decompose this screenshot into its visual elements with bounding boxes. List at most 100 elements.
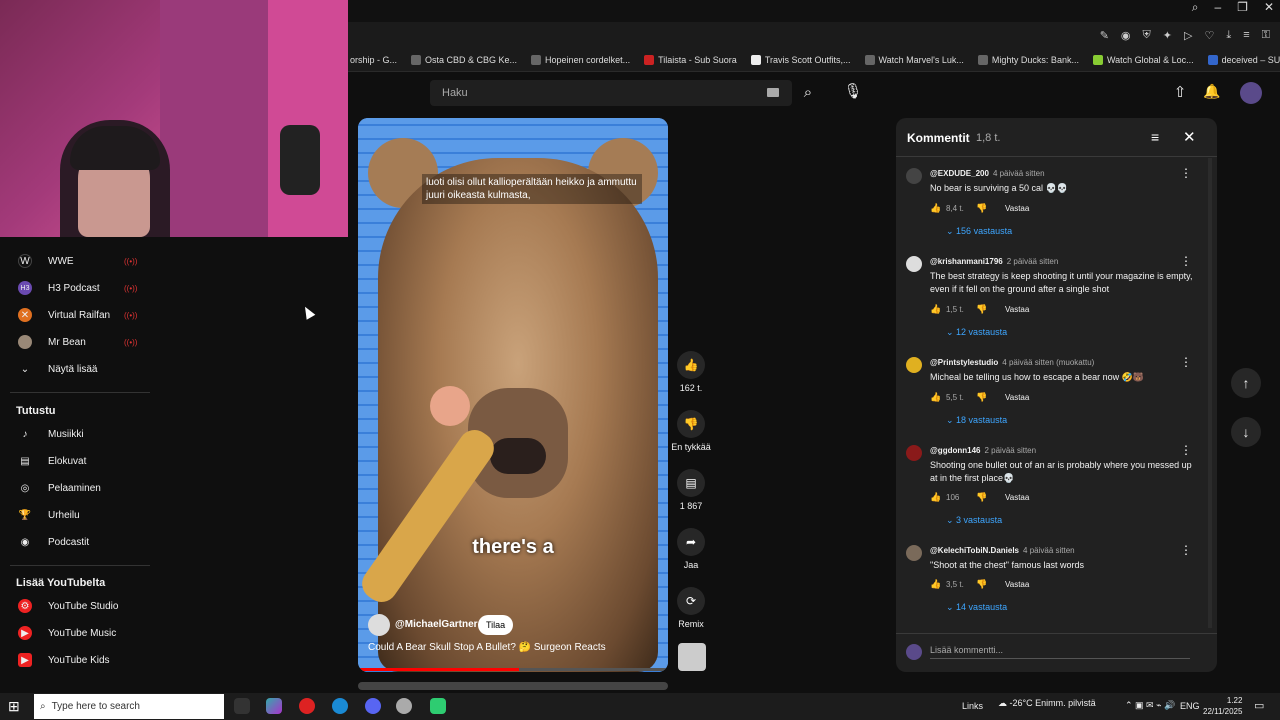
reply-button[interactable]: Vastaa: [1005, 580, 1029, 589]
notifications-icon[interactable]: ▭: [1254, 699, 1264, 712]
close-icon[interactable]: ✕: [1264, 0, 1274, 18]
close-icon[interactable]: ✕: [1183, 128, 1196, 146]
minimize-icon[interactable]: –: [1214, 0, 1221, 18]
bookmark[interactable]: Watch Global & Loc...: [1092, 54, 1194, 65]
app-icon[interactable]: [430, 698, 446, 714]
more-vert-icon[interactable]: ⋮: [1180, 166, 1192, 180]
sidebar-item-h3-podcast[interactable]: H3 H3 Podcast ((•)): [0, 276, 155, 300]
sidebar-item-movies[interactable]: ▤ Elokuvat: [0, 449, 155, 473]
bookmark[interactable]: orship - G...: [350, 55, 397, 65]
menu-icon[interactable]: ≡: [1243, 29, 1249, 41]
sort-icon[interactable]: ≡: [1151, 129, 1159, 145]
avatar[interactable]: [906, 445, 922, 461]
sidebar-item-youtube-studio[interactable]: ⚙ YouTube Studio: [0, 594, 155, 618]
sidebar-item-mr-bean[interactable]: Mr Bean ((•)): [0, 330, 155, 354]
reply-button[interactable]: Vastaa: [1005, 204, 1029, 213]
app-icon[interactable]: [266, 698, 282, 714]
bookmark[interactable]: Travis Scott Outfits,...: [750, 54, 851, 65]
thumbs-up-icon[interactable]: 👍: [930, 579, 941, 590]
thumbs-up-icon[interactable]: 👍: [930, 203, 941, 214]
add-comment-input[interactable]: Lisää kommentti...: [930, 645, 1190, 659]
system-tray[interactable]: ⌃ ▣ ✉ ⌁ 🔊: [1125, 700, 1175, 711]
channel-avatar[interactable]: [368, 614, 390, 636]
thumbs-up-icon[interactable]: 👍: [930, 392, 941, 403]
avatar[interactable]: [906, 256, 922, 272]
replies-toggle[interactable]: ⌄ 156 vastausta: [946, 226, 1012, 237]
thumbs-up-icon[interactable]: 👍: [930, 304, 941, 315]
notifications-bell-icon[interactable]: 🔔: [1202, 83, 1222, 103]
upload-icon[interactable]: ⇧: [1170, 83, 1190, 103]
app-icon[interactable]: [396, 698, 412, 714]
search-button[interactable]: ⌕: [799, 84, 817, 102]
microphone-icon[interactable]: 🎙: [843, 82, 863, 102]
play-icon[interactable]: ▷: [1184, 29, 1192, 42]
maximize-icon[interactable]: ❐: [1237, 0, 1248, 18]
sidebar-item-podcasts[interactable]: ◉ Podcastit: [0, 530, 155, 554]
sidebar-item-youtube-kids[interactable]: ▶ YouTube Kids: [0, 648, 155, 672]
thumbs-down-icon[interactable]: 👎: [976, 203, 987, 214]
share-button[interactable]: ➦ Jaa: [676, 528, 706, 570]
comment-author[interactable]: @ggdonn146 2 päivää sitten: [930, 446, 1036, 455]
more-vert-icon[interactable]: ⋮: [1180, 355, 1192, 369]
shorts-video-player[interactable]: luoti olisi ollut kallioperältään heikko…: [358, 118, 668, 672]
sidebar-item-sports[interactable]: 🏆 Urheilu: [0, 503, 155, 527]
heart-icon[interactable]: ♡: [1204, 29, 1214, 42]
next-video-button[interactable]: ↓: [1231, 417, 1261, 447]
language-indicator[interactable]: ENG: [1180, 701, 1200, 711]
video-title[interactable]: Could A Bear Skull Stop A Bullet? 🤔 Surg…: [368, 642, 658, 653]
thumbs-down-icon[interactable]: 👎: [976, 492, 987, 503]
taskbar-search-input[interactable]: ⌕ Type here to search: [34, 694, 224, 719]
bookmark[interactable]: Tilaista - Sub Suora: [644, 54, 737, 65]
weather-widget[interactable]: ☁ -26°C Enimm. pilvistä: [998, 698, 1096, 709]
sidebar-item-virtual-railfan[interactable]: ✕ Virtual Railfan ((•)): [0, 303, 155, 327]
extension-icon[interactable]: ✦: [1163, 29, 1172, 42]
channel-name[interactable]: @MichaelGartner: [395, 619, 478, 630]
thumbs-down-icon[interactable]: 👎: [976, 304, 987, 315]
remix-button[interactable]: ⟳ Remix: [676, 587, 706, 629]
more-vert-icon[interactable]: ⋮: [1180, 543, 1192, 557]
bookmark[interactable]: Mighty Ducks: Bank...: [977, 54, 1079, 65]
more-vert-icon[interactable]: ⋮: [1180, 254, 1192, 268]
comment-author[interactable]: @krishanmani1796 2 päivää sitten: [930, 257, 1058, 266]
scrollbar[interactable]: [1208, 158, 1212, 628]
subscribe-button[interactable]: Tilaa: [478, 615, 514, 635]
replies-toggle[interactable]: ⌄ 18 vastausta: [946, 415, 1007, 426]
bookmark[interactable]: Watch Marvel's Luk...: [864, 54, 964, 65]
replies-toggle[interactable]: ⌄ 12 vastausta: [946, 327, 1007, 338]
shield-icon[interactable]: ⛨: [1143, 29, 1151, 42]
next-video-preview[interactable]: [358, 682, 668, 690]
comments-button[interactable]: ▤ 1 867: [676, 469, 706, 511]
comment-author[interactable]: @KelechiTobiN.Daniels 4 päivää sitten: [930, 546, 1075, 555]
comment-author[interactable]: @Printstylestudio 4 päivää sitten (muokat…: [930, 358, 1094, 367]
avatar[interactable]: [1240, 82, 1262, 104]
avatar[interactable]: [906, 545, 922, 561]
sidebar-item-youtube-music[interactable]: ▶ YouTube Music: [0, 621, 155, 645]
sidebar-show-more[interactable]: ⌄ Näytä lisää: [0, 357, 155, 381]
lock-icon[interactable]: ⚿: [1262, 29, 1270, 42]
download-icon[interactable]: ⤓: [1226, 29, 1231, 42]
bookmark[interactable]: Hopeinen cordelket...: [531, 54, 630, 65]
keyboard-icon[interactable]: [767, 88, 779, 97]
task-view-icon[interactable]: [234, 698, 250, 714]
thumbs-up-icon[interactable]: 👍: [930, 492, 941, 503]
avatar[interactable]: [906, 168, 922, 184]
like-button[interactable]: 👍 162 t.: [676, 351, 706, 393]
audio-thumbnail[interactable]: [678, 643, 706, 671]
reply-button[interactable]: Vastaa: [1005, 393, 1029, 402]
more-vert-icon[interactable]: ⋮: [1180, 443, 1192, 457]
sidebar-item-music[interactable]: ♪ Musiikki: [0, 422, 155, 446]
thumbs-down-icon[interactable]: 👎: [976, 579, 987, 590]
edge-icon[interactable]: [332, 698, 348, 714]
opera-icon[interactable]: [299, 698, 315, 714]
reply-button[interactable]: Vastaa: [1005, 305, 1029, 314]
previous-video-button[interactable]: ↑: [1231, 368, 1261, 398]
avatar[interactable]: [906, 357, 922, 373]
replies-toggle[interactable]: ⌄ 3 vastausta: [946, 515, 1002, 526]
search-input[interactable]: Haku: [430, 80, 792, 106]
links-toolbar[interactable]: Links: [962, 701, 983, 711]
extension-icon[interactable]: ✎: [1100, 29, 1109, 42]
sidebar-item-wwe[interactable]: W WWE ((•)): [0, 249, 155, 273]
clock[interactable]: 1.22 22/11/2025: [1203, 695, 1242, 717]
dislike-button[interactable]: 👎 En tykkää: [671, 410, 711, 452]
comment-author[interactable]: @EXDUDE_200 4 päivää sitten: [930, 169, 1045, 178]
